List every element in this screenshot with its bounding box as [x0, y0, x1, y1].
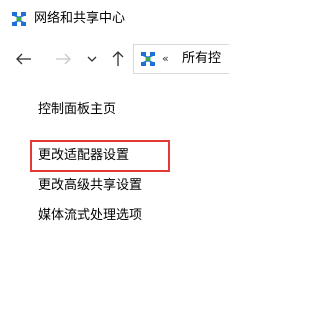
- forward-button[interactable]: [53, 49, 73, 69]
- sidebar-link-change-advanced-sharing[interactable]: 更改高级共享设置: [38, 177, 142, 195]
- arrow-right-icon: [56, 53, 71, 65]
- recent-locations-button[interactable]: [84, 49, 100, 69]
- breadcrumb-item[interactable]: 所有控: [182, 50, 221, 68]
- up-button[interactable]: [108, 49, 128, 69]
- sidebar: 控制面板主页 更改适配器设置 更改高级共享设置 媒体流式处理选项: [0, 82, 229, 311]
- navigation-bar: « 所有控: [0, 38, 229, 82]
- back-button[interactable]: [14, 49, 34, 69]
- sidebar-link-change-adapter-settings[interactable]: 更改适配器设置: [38, 147, 129, 165]
- arrow-left-icon: [16, 53, 31, 65]
- network-sharing-center-icon: [12, 12, 26, 26]
- chevron-down-icon: [87, 56, 97, 62]
- arrow-up-icon: [112, 51, 124, 66]
- network-sharing-center-icon: [141, 52, 155, 66]
- title-bar: 网络和共享中心: [0, 0, 229, 38]
- breadcrumb-overflow[interactable]: «: [162, 51, 169, 67]
- window-title: 网络和共享中心: [34, 11, 126, 26]
- address-bar[interactable]: « 所有控: [133, 44, 229, 74]
- sidebar-link-media-streaming[interactable]: 媒体流式处理选项: [38, 207, 142, 225]
- sidebar-link-control-panel-home[interactable]: 控制面板主页: [38, 101, 116, 119]
